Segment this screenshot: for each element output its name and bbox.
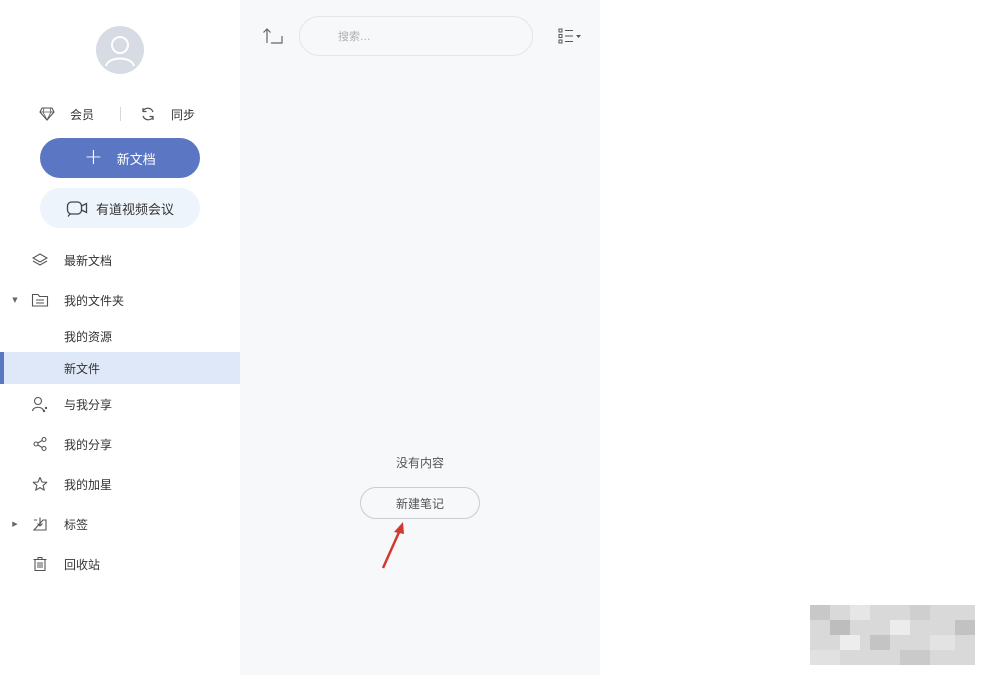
video-camera-icon <box>66 199 88 217</box>
sidebar-item-label: 最新文档 <box>64 253 113 268</box>
star-icon <box>31 475 49 493</box>
user-icon <box>105 36 135 67</box>
empty-state-text: 没有内容 <box>395 456 444 470</box>
sidebar-item-label: 新文件 <box>64 361 101 376</box>
sidebar-item-label: 我的文件夹 <box>64 293 125 308</box>
sidebar-item-label: 与我分享 <box>64 397 113 412</box>
divider <box>120 107 122 121</box>
editor-pane <box>600 0 985 675</box>
up-arrow-icon <box>263 28 283 44</box>
trash-icon <box>31 555 49 573</box>
red-arrow-annotation <box>381 522 404 569</box>
sync-icon[interactable] <box>139 105 157 123</box>
sidebar-item-my-folder[interactable]: ▼ 我的文件夹 <box>0 280 240 320</box>
note-list-panel: 没有内容 新建笔记 <box>240 0 600 675</box>
caret-right-icon[interactable]: ▶ <box>11 520 19 528</box>
sidebar-nav: 最新文档 ▼ 我的文件夹 我的资源 新文件 与我分享 我的分享 我的加星 ▶ 标… <box>0 240 240 584</box>
video-meeting-button[interactable]: 有道视频会议 <box>40 188 200 228</box>
share-icon <box>31 435 49 453</box>
plus-icon: + <box>84 145 103 170</box>
up-level-button[interactable] <box>262 26 284 46</box>
sidebar-item-trash[interactable]: 回收站 <box>0 544 240 584</box>
sidebar-item-shared-with-me[interactable]: 与我分享 <box>0 384 240 424</box>
new-note-button[interactable]: 新建笔记 <box>360 487 480 519</box>
new-note-label: 新建笔记 <box>395 496 444 511</box>
layers-icon <box>31 251 49 269</box>
search-input[interactable] <box>299 16 533 56</box>
caret-down-icon[interactable]: ▼ <box>11 296 19 304</box>
member-sync-row: 会员 同步 <box>38 104 195 124</box>
blurred-watermark <box>810 605 975 665</box>
sidebar-item-label: 我的资源 <box>64 329 113 344</box>
sidebar-item-starred[interactable]: 我的加星 <box>0 464 240 504</box>
tag-icon <box>31 515 49 533</box>
sidebar-item-label: 回收站 <box>64 557 101 572</box>
sidebar-item-tags[interactable]: ▶ 标签 <box>0 504 240 544</box>
sync-link[interactable]: 同步 <box>171 106 195 123</box>
sidebar-item-new-file[interactable]: 新文件 <box>0 352 240 384</box>
new-document-label: 新文档 <box>116 152 156 168</box>
new-document-button[interactable]: + 新文档 <box>40 138 200 178</box>
sidebar: 会员 同步 + 新文档 有道视频会议 最新文档 ▼ 我的文件夹 我的资源 新文件… <box>0 0 240 675</box>
sidebar-item-label: 标签 <box>64 517 89 532</box>
sidebar-item-my-resources[interactable]: 我的资源 <box>0 320 240 352</box>
sidebar-item-label: 我的分享 <box>64 437 113 452</box>
member-link[interactable]: 会员 <box>70 106 94 123</box>
folder-icon <box>31 291 49 309</box>
sidebar-item-label: 我的加星 <box>64 477 113 492</box>
sidebar-item-latest[interactable]: 最新文档 <box>0 240 240 280</box>
sidebar-item-my-shares[interactable]: 我的分享 <box>0 424 240 464</box>
diamond-icon[interactable] <box>38 105 56 123</box>
video-meeting-label: 有道视频会议 <box>95 202 174 218</box>
list-view-icon <box>558 28 581 44</box>
view-mode-button[interactable] <box>558 27 584 45</box>
avatar[interactable] <box>96 26 144 74</box>
shared-user-icon <box>31 395 49 413</box>
